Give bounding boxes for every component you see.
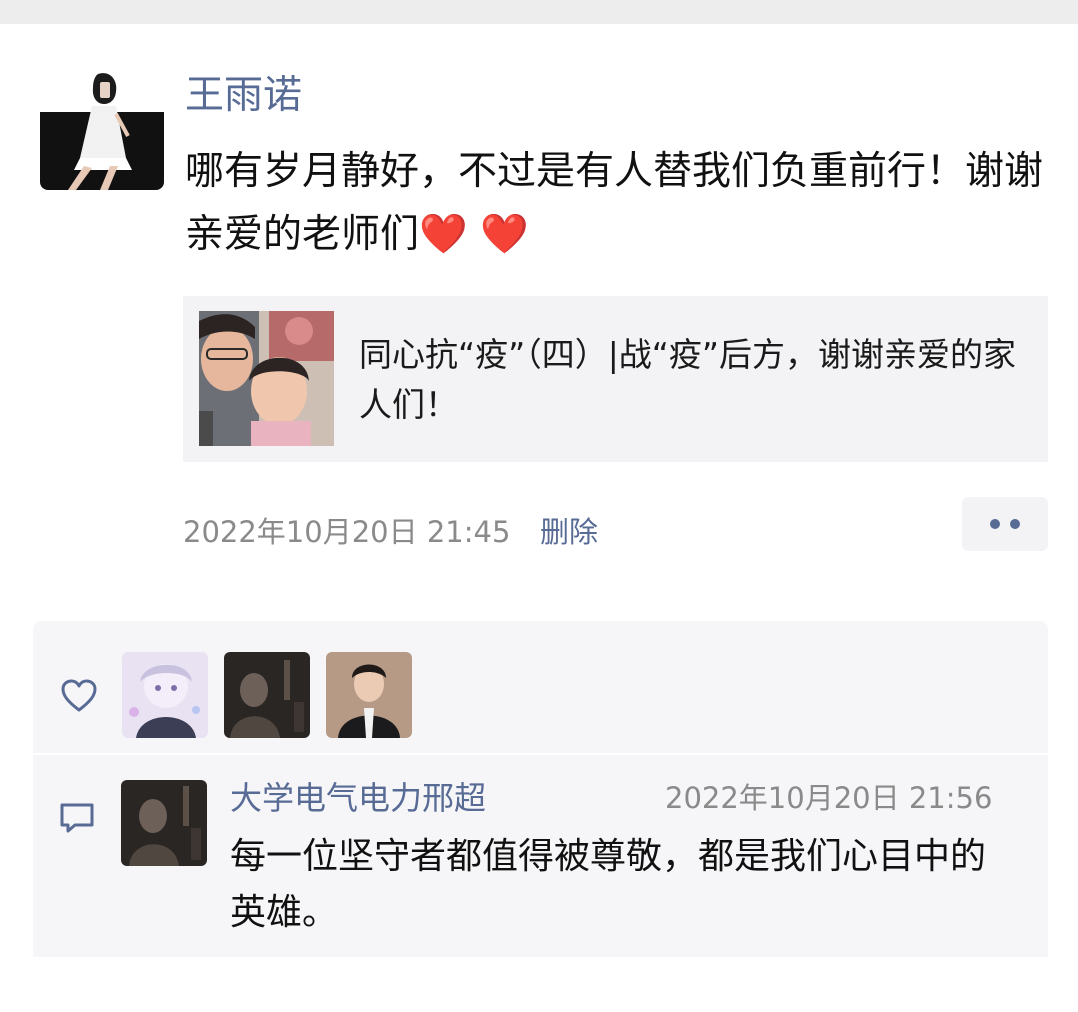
comments-panel: 大学电气电力邢超 2022年10月20日 21:56 每一位坚守者都值得被尊敬，… [33, 755, 1048, 957]
post-author-name[interactable]: 王雨诺 [185, 72, 302, 120]
post-timestamp: 2022年10月20日 21:45 [183, 515, 511, 549]
comment-text: 每一位坚守者都值得被尊敬，都是我们心目中的英雄。 [230, 836, 987, 933]
comment-timestamp: 2022年10月20日 21:56 [665, 781, 993, 815]
author-avatar[interactable] [40, 66, 164, 190]
shared-link-card[interactable]: 同心抗“疫”（四）|战“疫”后方，谢谢亲爱的家人们！ [183, 296, 1048, 462]
post-body: 哪有岁月静好，不过是有人替我们负重前行！谢谢亲爱的老师们 [185, 149, 1044, 257]
link-title: 同心抗“疫”（四）|战“疫”后方，谢谢亲爱的家人们！ [359, 335, 1017, 424]
commenter-name[interactable]: 大学电气电力邢超 [230, 777, 486, 819]
commenter-avatar[interactable] [121, 780, 207, 866]
likes-panel [33, 621, 1048, 753]
liker-avatar[interactable] [224, 652, 310, 738]
heart-outline-icon [61, 679, 97, 712]
top-bar [0, 0, 1078, 24]
comment-bubble-icon [60, 803, 94, 833]
liker-avatar[interactable] [326, 652, 412, 738]
more-button[interactable] [962, 497, 1048, 551]
heart-emoji-icon: ❤️ ❤️ [419, 212, 529, 257]
delete-button[interactable]: 删除 [540, 512, 598, 552]
post-text: 哪有岁月静好，不过是有人替我们负重前行！谢谢亲爱的老师们❤️ ❤️ [185, 140, 1045, 266]
liker-avatar[interactable] [122, 652, 208, 738]
link-thumbnail [199, 311, 334, 446]
